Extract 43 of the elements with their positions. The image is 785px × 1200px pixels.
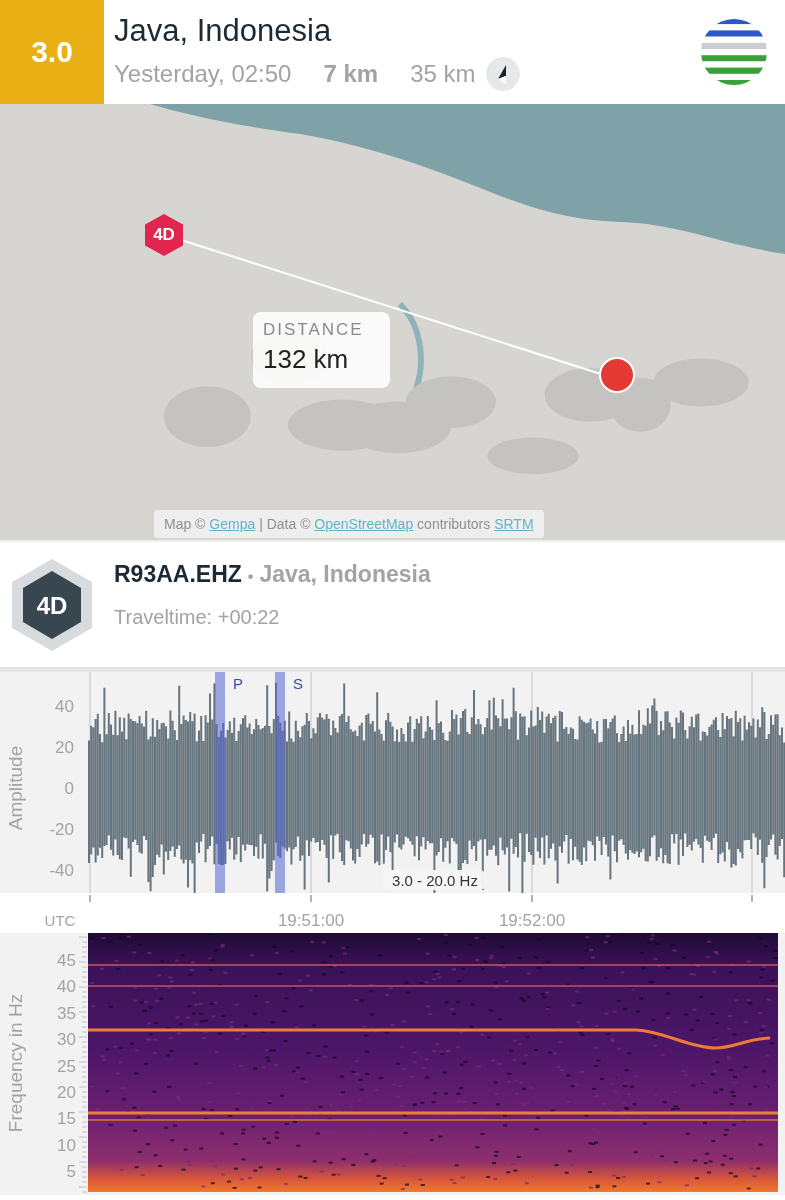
event-time: Yesterday, 02:50 bbox=[114, 60, 292, 88]
attribution-link[interactable]: SRTM bbox=[494, 516, 534, 532]
event-depth: 7 km bbox=[323, 60, 379, 88]
station-region: Java, Indonesia bbox=[259, 560, 431, 588]
tick-mark bbox=[751, 894, 753, 903]
tick-label: 5 bbox=[66, 1162, 76, 1182]
map-attribution: Map © Gempa | Data © OpenStreetMap contributors SRTM bbox=[154, 510, 544, 538]
event-title: Java, Indonesia bbox=[114, 13, 333, 49]
tick-label: 15 bbox=[57, 1109, 76, 1129]
tick-label: 25 bbox=[57, 1056, 76, 1076]
separator-dot: • bbox=[247, 567, 254, 586]
timezone-label: UTC bbox=[44, 912, 76, 929]
traveltime: Traveltime: +00:22 bbox=[114, 605, 281, 629]
axis-label: Frequency in Hz bbox=[5, 993, 26, 1133]
station-code: R93AA.EHZ bbox=[114, 560, 242, 588]
tick-mark bbox=[89, 894, 91, 903]
time-tick-label: 19:52:00 bbox=[498, 911, 566, 930]
tick-label: 30 bbox=[57, 1030, 76, 1050]
compass-icon bbox=[485, 57, 520, 91]
tick-label: -40 bbox=[49, 861, 74, 880]
tick-label: 35 bbox=[57, 1003, 76, 1023]
tick-mark bbox=[310, 894, 312, 903]
phase-label: P bbox=[233, 675, 243, 692]
tick-label: 45 bbox=[57, 951, 76, 970]
tick-label: 20 bbox=[55, 738, 74, 757]
station-hexagon-badge: 4D bbox=[12, 558, 92, 651]
distance-label: DISTANCE bbox=[263, 320, 365, 340]
tick-label: 10 bbox=[57, 1135, 76, 1155]
event-distance: 35 km bbox=[410, 60, 476, 88]
attribution-link[interactable]: OpenStreetMap bbox=[314, 516, 414, 532]
tick-label: 40 bbox=[55, 697, 74, 716]
tick-label: -20 bbox=[49, 820, 74, 839]
tick-label: 0 bbox=[64, 779, 74, 798]
tick-mark bbox=[531, 894, 533, 903]
striped-circle-logo bbox=[700, 18, 768, 86]
magnitude-badge: 3.0 bbox=[0, 0, 104, 104]
time-tick-label: 19:51:00 bbox=[277, 911, 345, 930]
attribution-link[interactable]: Gempa bbox=[209, 516, 256, 532]
tick-label: 40 bbox=[57, 977, 76, 997]
distance-value: 132 km bbox=[263, 344, 350, 375]
tick-label: 20 bbox=[57, 1083, 76, 1102]
axis-label: Amplitude bbox=[5, 745, 26, 831]
phase-label: S bbox=[293, 675, 303, 692]
